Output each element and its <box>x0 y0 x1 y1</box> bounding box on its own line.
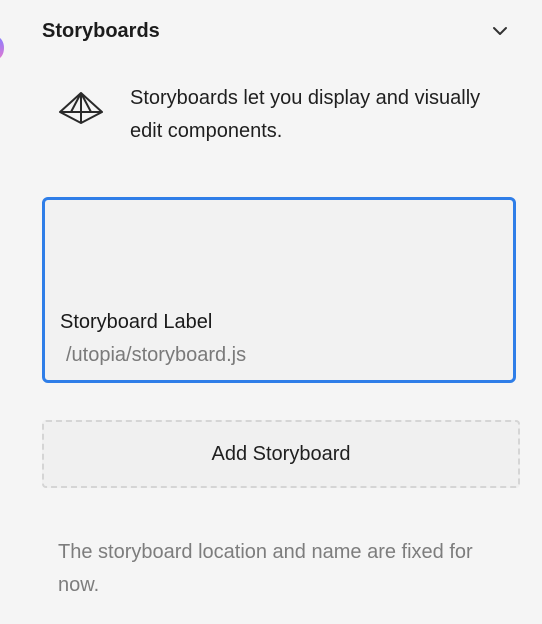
storyboard-label: Storyboard Label <box>60 311 213 333</box>
section-header: Storyboards <box>42 18 512 44</box>
add-storyboard-button[interactable]: Add Storyboard <box>42 420 520 488</box>
intro-text: Storyboards let you display and visually… <box>130 87 481 142</box>
storyboard-path: /utopia/storyboard.js <box>66 344 247 366</box>
footnote-text: The storyboard location and name are fix… <box>58 541 473 596</box>
intro-message: Storyboards let you display and visually… <box>58 82 498 152</box>
storyboard-icon <box>59 92 103 124</box>
storyboards-panel: Storyboards Storyboards let you display … <box>0 0 542 624</box>
section-title: Storyboards <box>42 20 160 42</box>
chevron-down-icon[interactable] <box>490 21 510 41</box>
storyboard-card[interactable]: Storyboard Label /utopia/storyboard.js <box>42 197 516 383</box>
avatar <box>0 37 4 59</box>
